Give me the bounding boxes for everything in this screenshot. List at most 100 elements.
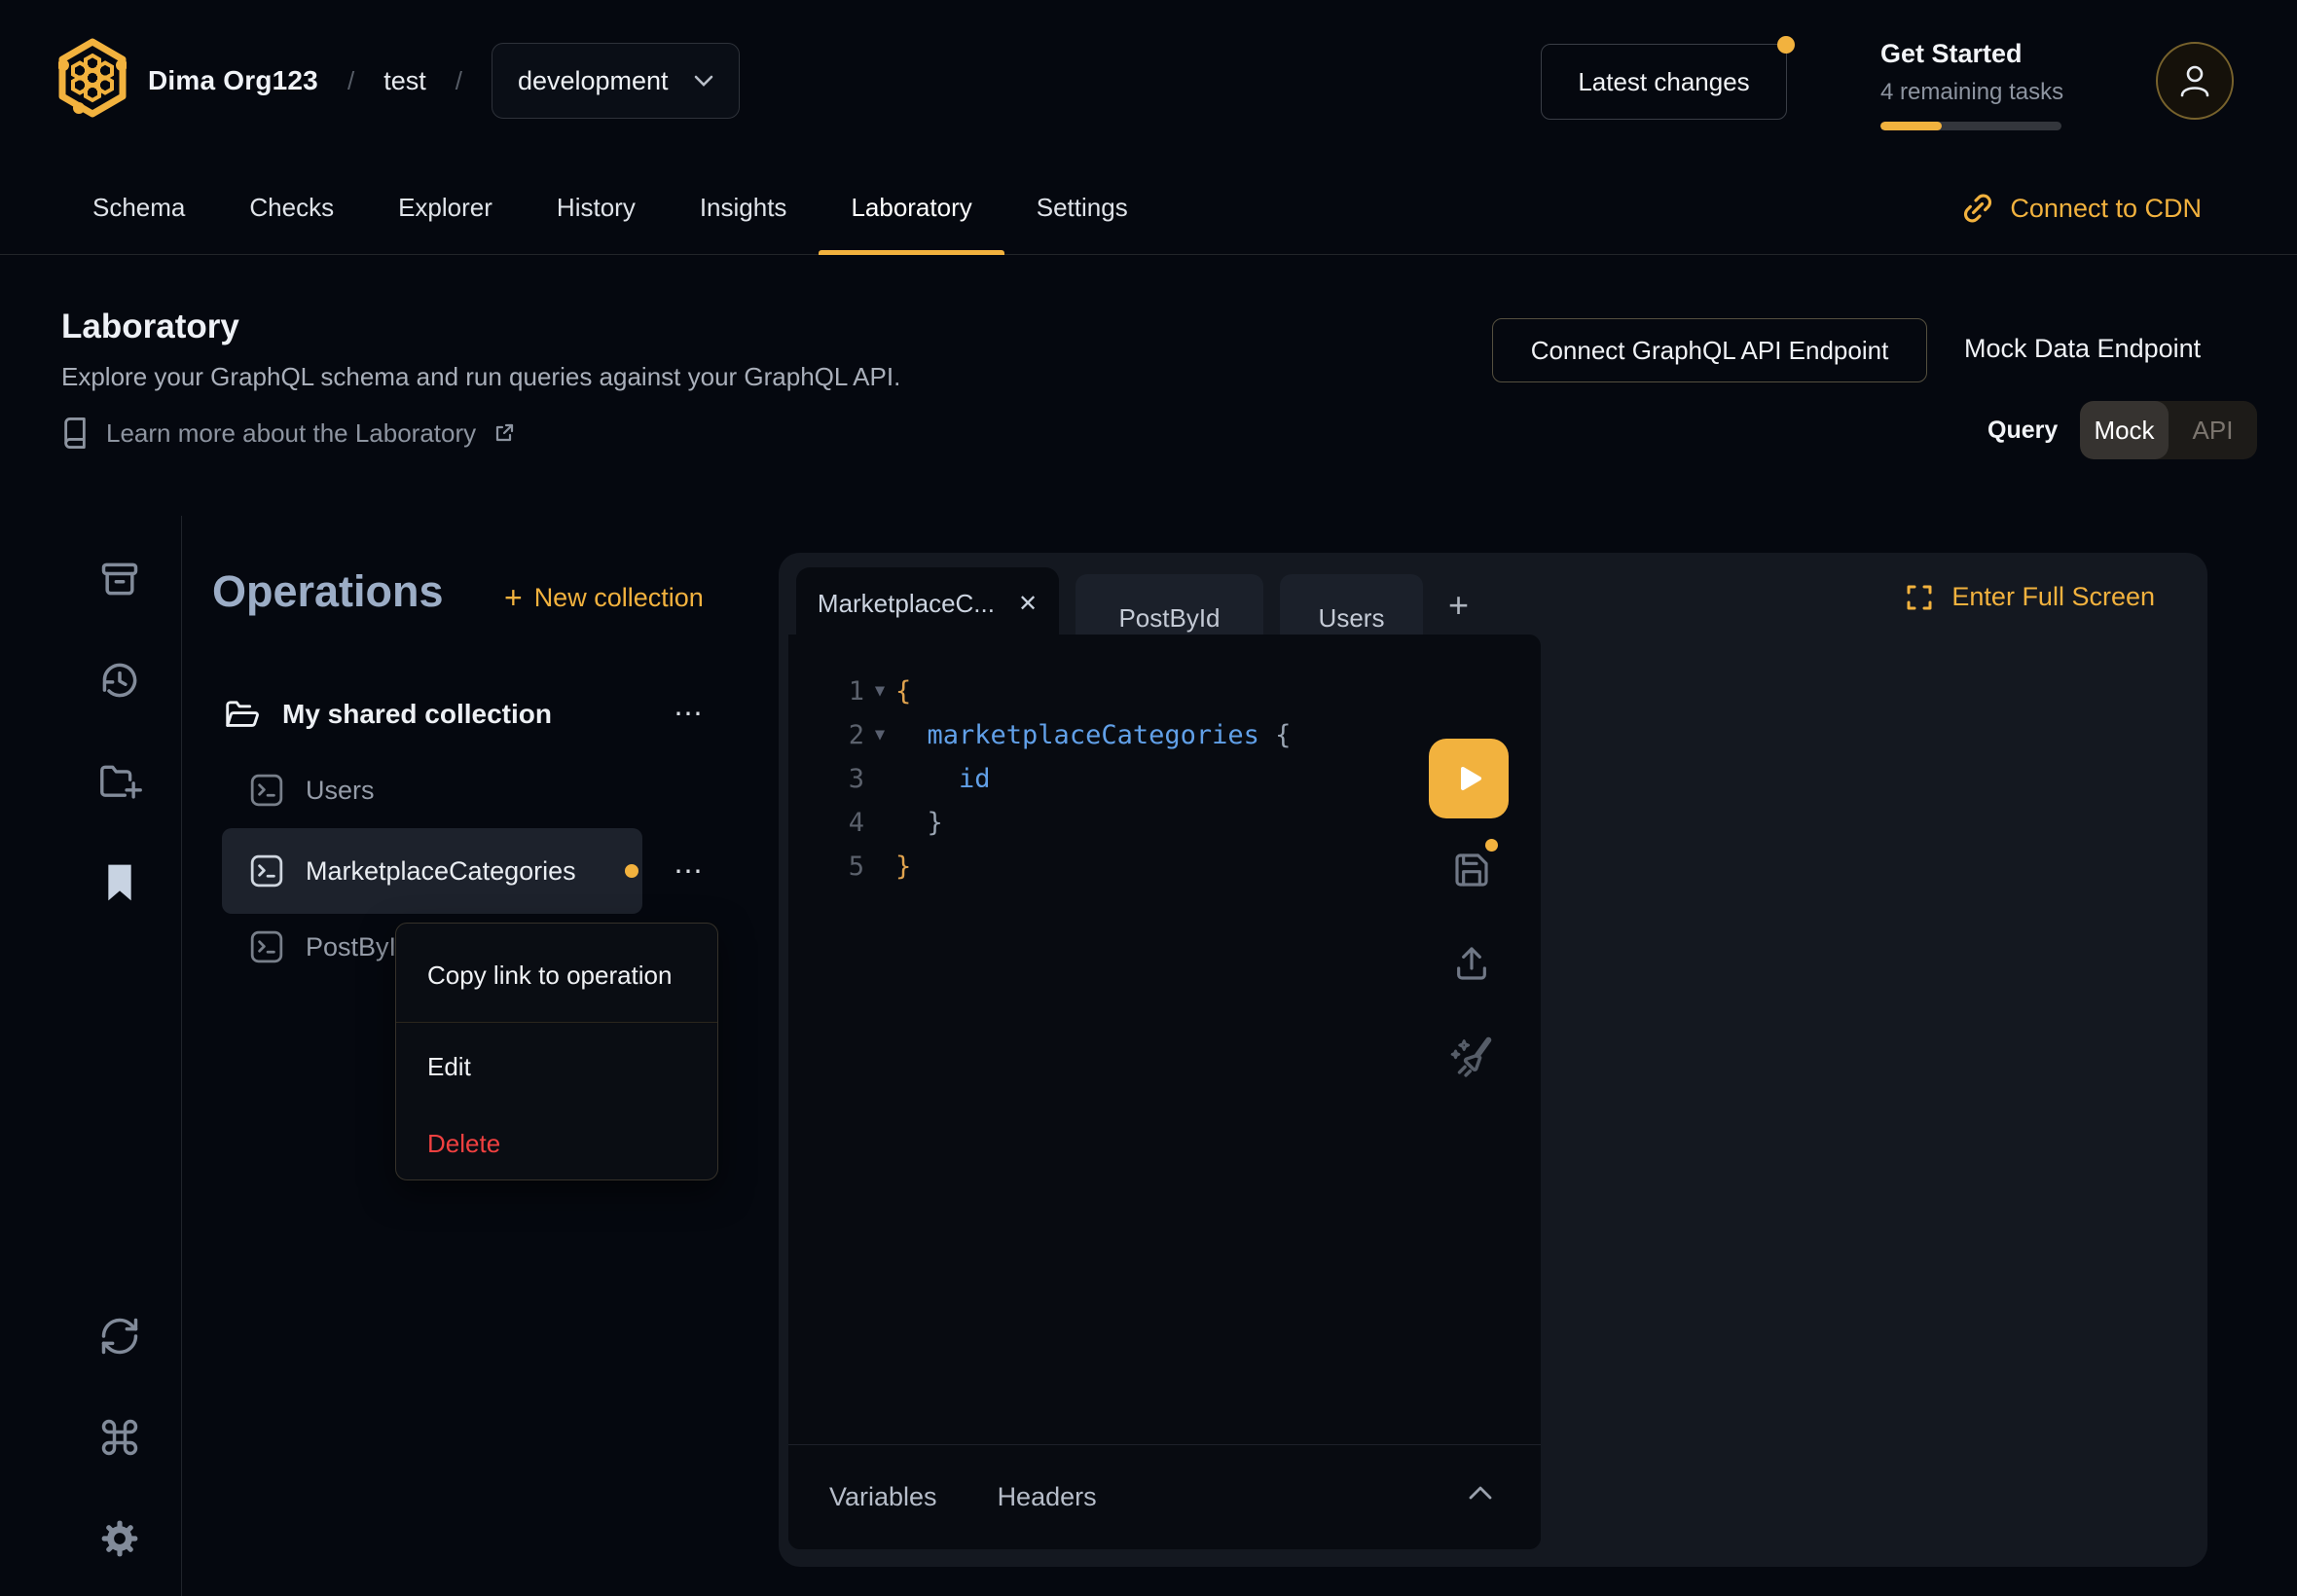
operation-row-users[interactable]: Users <box>222 747 375 833</box>
operation-context-menu: Copy link to operation Edit Delete <box>395 923 718 1180</box>
get-started-subtitle: 4 remaining tasks <box>1880 79 2065 106</box>
variables-tab[interactable]: Variables <box>829 1482 937 1512</box>
query-editor[interactable]: 1▼{2▼ marketplaceCategories {3 id4 }5} <box>788 635 1541 1549</box>
operation-row-postbyid[interactable]: PostById <box>222 904 411 990</box>
environment-selector-value: development <box>518 66 669 96</box>
tab-insights[interactable]: Insights <box>668 162 820 254</box>
headers-tab[interactable]: Headers <box>998 1482 1097 1512</box>
mode-mock-option[interactable]: Mock <box>2080 401 2169 459</box>
person-icon <box>2177 62 2212 99</box>
new-collection-button[interactable]: + New collection <box>504 580 704 616</box>
enter-fullscreen-label: Enter Full Screen <box>1951 582 2155 612</box>
progress-fill <box>1880 122 1942 130</box>
hive-logo[interactable] <box>58 37 127 119</box>
expand-icon <box>1905 583 1934 612</box>
primary-nav: Schema Checks Explorer History Insights … <box>0 162 2297 255</box>
collection-name: My shared collection <box>282 699 552 730</box>
gear-icon[interactable] <box>95 1514 144 1563</box>
breadcrumb-separator: / <box>347 66 354 96</box>
operation-row-marketplacecategories[interactable]: MarketplaceCategories <box>222 828 642 914</box>
unsaved-dot <box>625 864 638 878</box>
mock-data-endpoint-button[interactable]: Mock Data Endpoint <box>1964 334 2201 364</box>
query-mode-label: Query <box>1987 417 2058 445</box>
unsaved-dot <box>1485 839 1498 852</box>
page-title: Laboratory <box>61 308 239 346</box>
operation-name: Users <box>306 776 375 806</box>
get-started-progressbar <box>1880 122 2061 130</box>
mode-api-option[interactable]: API <box>2169 401 2257 459</box>
add-tab-button[interactable]: + <box>1448 588 1469 623</box>
collapse-chevron-icon[interactable] <box>1467 1484 1494 1502</box>
share-operation-button[interactable] <box>1452 944 1491 983</box>
operations-title: Operations <box>212 566 444 617</box>
operation-name: MarketplaceCategories <box>306 856 576 887</box>
query-mode-toggle: Mock API <box>2080 401 2257 459</box>
folder-open-icon <box>222 697 261 732</box>
menu-item-edit[interactable]: Edit <box>396 1025 717 1106</box>
command-icon[interactable] <box>95 1413 144 1462</box>
chevron-down-icon <box>694 75 713 88</box>
terminal-icon <box>249 853 284 889</box>
terminal-icon <box>249 929 284 964</box>
tab-settings[interactable]: Settings <box>1004 162 1160 254</box>
environment-selector[interactable]: development <box>492 43 740 119</box>
connect-to-cdn-label: Connect to CDN <box>2010 194 2202 224</box>
collection-row[interactable]: My shared collection <box>222 687 709 742</box>
connect-endpoint-label: Connect GraphQL API Endpoint <box>1531 336 1889 366</box>
prettify-broom-icon[interactable] <box>1446 1032 1497 1082</box>
user-avatar[interactable] <box>2156 42 2234 120</box>
notification-dot <box>1777 36 1795 54</box>
book-icon <box>61 417 89 450</box>
editor-panel: MarketplaceC... ✕ PostById Users + Enter… <box>779 553 2207 1567</box>
refresh-icon[interactable] <box>95 1312 144 1360</box>
bookmark-icon[interactable] <box>95 858 144 907</box>
code-line[interactable]: 4 } <box>788 801 1541 845</box>
learn-more-label: Learn more about the Laboratory <box>106 418 476 449</box>
close-icon[interactable]: ✕ <box>1018 590 1038 618</box>
get-started-widget[interactable]: Get Started 4 remaining tasks <box>1880 39 2065 130</box>
connect-to-cdn-link[interactable]: Connect to CDN <box>1961 162 2202 255</box>
editor-tab-label: MarketplaceC... <box>818 589 995 619</box>
rail-divider <box>181 516 182 1596</box>
save-operation-button[interactable] <box>1452 851 1491 889</box>
menu-divider <box>396 1022 717 1023</box>
code-line[interactable]: 2▼ marketplaceCategories { <box>788 713 1541 757</box>
editor-tab-label: PostById <box>1118 603 1220 634</box>
tab-checks[interactable]: Checks <box>217 162 366 254</box>
new-collection-label: New collection <box>534 583 704 613</box>
tab-schema[interactable]: Schema <box>60 162 217 254</box>
tab-history[interactable]: History <box>525 162 668 254</box>
run-query-button[interactable] <box>1429 739 1509 818</box>
folder-plus-icon[interactable] <box>95 757 144 806</box>
connect-graphql-endpoint-button[interactable]: Connect GraphQL API Endpoint <box>1492 318 1927 382</box>
collection-menu-button[interactable]: ⋯ <box>674 697 705 731</box>
tab-laboratory[interactable]: Laboratory <box>819 162 1003 254</box>
mock-endpoint-label: Mock Data Endpoint <box>1964 334 2201 363</box>
history-icon[interactable] <box>95 656 144 705</box>
latest-changes-label: Latest changes <box>1578 67 1749 97</box>
learn-more-link[interactable]: Learn more about the Laboratory <box>61 417 515 450</box>
breadcrumb-separator: / <box>456 66 462 96</box>
menu-item-delete[interactable]: Delete <box>396 1106 717 1182</box>
page-description: Explore your GraphQL schema and run quer… <box>61 362 900 392</box>
editor-footer: Variables Headers <box>788 1444 1541 1549</box>
enter-fullscreen-button[interactable]: Enter Full Screen <box>1905 582 2155 612</box>
breadcrumb-org[interactable]: Dima Org123 <box>148 65 318 96</box>
editor-tab-marketplacecategories[interactable]: MarketplaceC... ✕ <box>796 567 1059 640</box>
get-started-title: Get Started <box>1880 39 2065 69</box>
external-link-icon <box>493 422 515 444</box>
menu-item-copy-link[interactable]: Copy link to operation <box>396 931 717 1020</box>
link-icon <box>1961 192 1994 225</box>
operation-menu-button[interactable]: ⋯ <box>674 854 705 889</box>
code-line[interactable]: 1▼{ <box>788 670 1541 713</box>
plus-icon: + <box>504 580 523 616</box>
breadcrumb: Dima Org123 / test / development <box>148 41 740 121</box>
latest-changes-button[interactable]: Latest changes <box>1541 44 1787 120</box>
editor-tab-label: Users <box>1319 603 1385 634</box>
terminal-icon <box>249 773 284 808</box>
tab-explorer[interactable]: Explorer <box>366 162 525 254</box>
breadcrumb-project[interactable]: test <box>383 66 426 96</box>
laboratory-page: Dima Org123 / test / development Latest … <box>0 0 2297 1596</box>
archive-icon[interactable] <box>95 555 144 603</box>
code-line[interactable]: 5} <box>788 845 1541 889</box>
